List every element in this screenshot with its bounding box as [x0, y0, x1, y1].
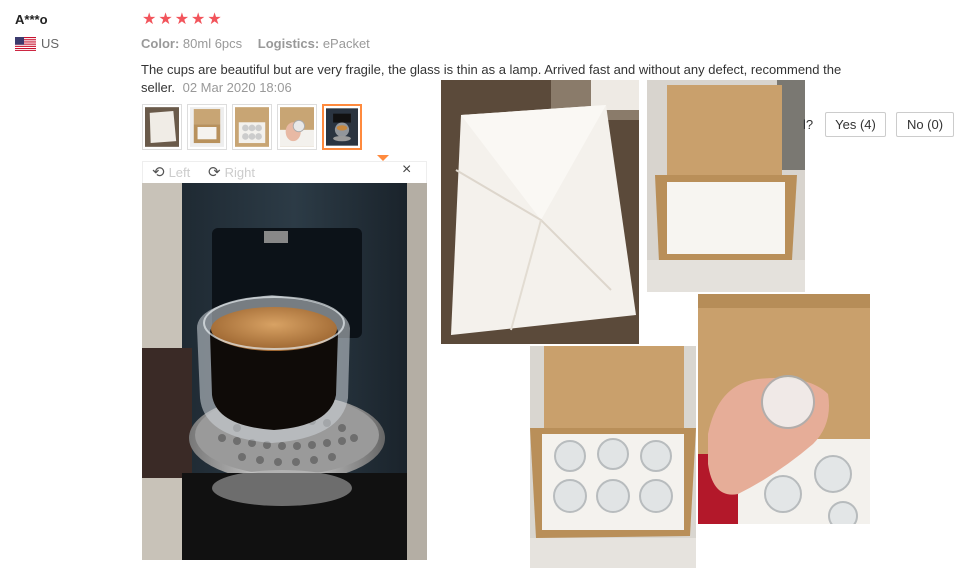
- rotate-left-icon: ⟲: [152, 164, 165, 181]
- review-photo-cups-in-box: [530, 346, 696, 568]
- color-label: Color:: [141, 36, 180, 51]
- rotate-right-label: Right: [224, 164, 255, 180]
- thumbnail-photo[interactable]: [232, 104, 272, 150]
- rotate-right-button[interactable]: ⟳ Right: [208, 163, 255, 181]
- thumbnail-photo[interactable]: [187, 104, 227, 150]
- enlarged-review-photo: [142, 183, 427, 560]
- close-icon[interactable]: ×: [402, 161, 411, 179]
- thumbnail-photo-selected[interactable]: [322, 104, 362, 150]
- review-photo-hand-cup: [698, 294, 870, 524]
- rotate-right-icon: ⟳: [208, 164, 221, 181]
- photo-thumbnails: [142, 104, 362, 150]
- star-icon: ★: [191, 11, 206, 28]
- rating-stars: ★ ★ ★ ★ ★: [142, 11, 222, 29]
- star-icon: ★: [158, 11, 173, 28]
- logistics-value: ePacket: [322, 36, 370, 51]
- color-value: 80ml 6pcs: [182, 36, 243, 51]
- thumbnail-photo[interactable]: [277, 104, 317, 150]
- us-flag-icon: [15, 36, 36, 51]
- star-icon: ★: [207, 11, 222, 28]
- thumbnail-photo[interactable]: [142, 104, 182, 150]
- star-icon: ★: [174, 11, 190, 28]
- star-icon: ★: [142, 11, 157, 28]
- helpful-question: l?: [803, 117, 814, 132]
- logistics-label: Logistics:: [257, 36, 320, 51]
- review-date: 02 Mar 2020 18:06: [182, 80, 292, 95]
- rotate-left-label: Left: [168, 164, 191, 180]
- helpful-yes-button[interactable]: Yes (4): [825, 112, 886, 137]
- helpful-no-button[interactable]: No (0): [896, 112, 954, 137]
- rotate-left-button[interactable]: ⟲ Left: [152, 163, 190, 181]
- review-meta: Color: 80ml 6pcs Logistics: ePacket: [141, 36, 382, 51]
- review-photo-foam-wrap: [441, 80, 639, 344]
- reviewer-name: A***o: [15, 12, 48, 27]
- review-photo-open-box: [647, 80, 805, 292]
- country-code: US: [41, 36, 60, 51]
- reviewer-country: US: [15, 36, 59, 51]
